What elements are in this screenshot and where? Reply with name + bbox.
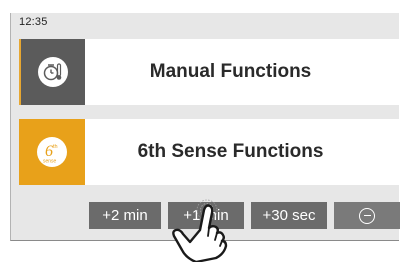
oven-timer-thermometer-icon bbox=[38, 57, 68, 87]
sixth-sense-functions-label: 6th Sense Functions bbox=[137, 141, 324, 162]
add-2-min-button[interactable]: +2 min bbox=[89, 202, 161, 229]
sixth-sense-functions-tile[interactable]: 6 th sense 6th Sense Functions bbox=[19, 119, 400, 185]
manual-functions-label: Manual Functions bbox=[149, 61, 312, 82]
sense-icon-sup: th bbox=[53, 144, 58, 150]
sixth-sense-icon-box: 6 th sense bbox=[19, 119, 85, 185]
pointing-hand-icon bbox=[172, 199, 228, 262]
6th-sense-icon: 6 th sense bbox=[37, 137, 67, 167]
minus-circle-icon bbox=[359, 207, 375, 224]
add-30-sec-button[interactable]: +30 sec bbox=[251, 202, 327, 229]
clock-time: 12:35 bbox=[19, 16, 48, 28]
sense-icon-digit: 6 bbox=[45, 143, 53, 160]
manual-functions-icon-box bbox=[21, 39, 85, 105]
manual-functions-tile[interactable]: Manual Functions bbox=[19, 39, 400, 105]
page: 12:35 Manual Functions 6 th sense 6th Se… bbox=[0, 0, 401, 262]
sense-icon-sub: sense bbox=[43, 159, 57, 165]
minus-button[interactable] bbox=[334, 202, 400, 229]
